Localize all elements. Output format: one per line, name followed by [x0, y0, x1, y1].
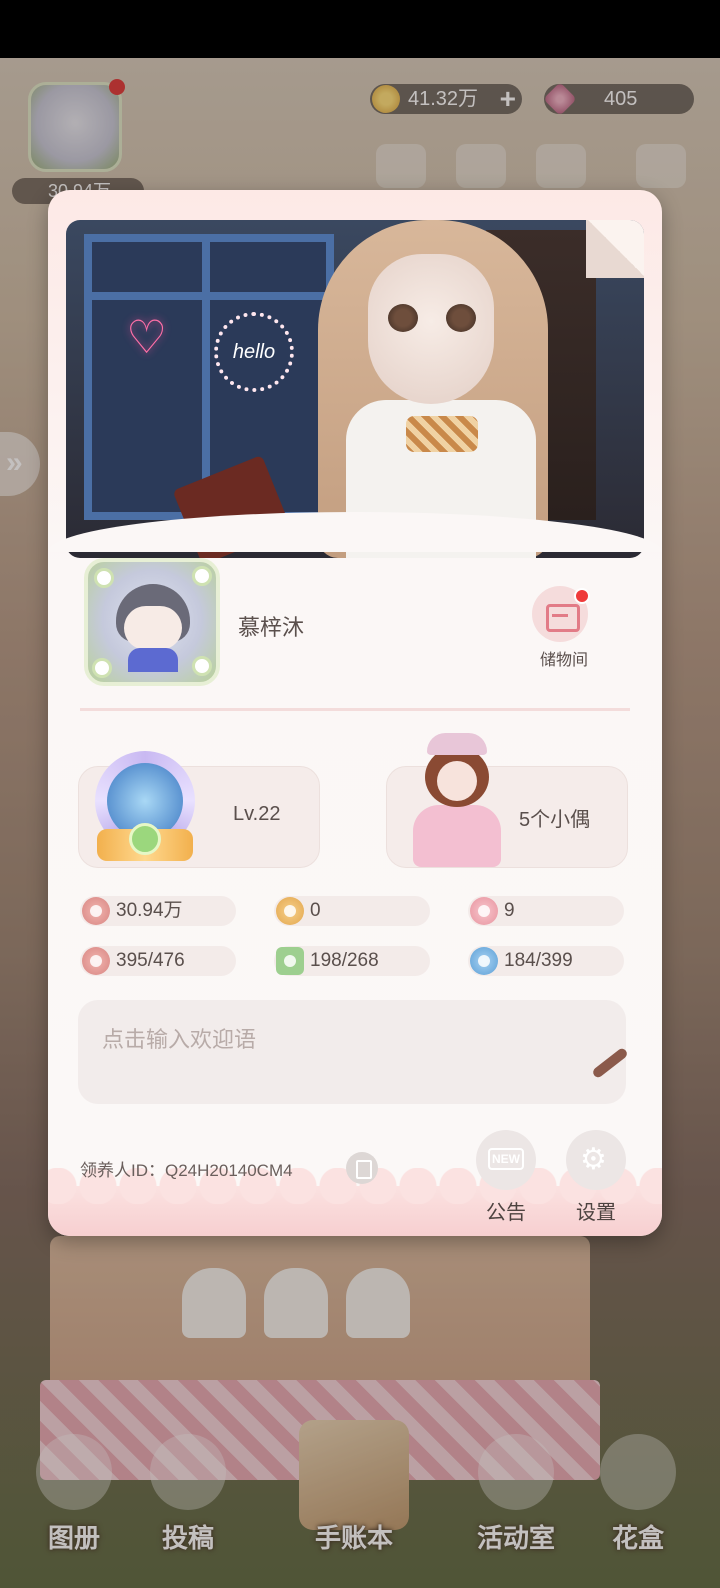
fans-icon	[82, 897, 110, 925]
announcement-button[interactable]: NEW 公告	[466, 1126, 546, 1226]
new-tag: NEW	[488, 1148, 524, 1170]
adopter-id: 领养人ID：Q24H20140CM4	[80, 1156, 293, 1181]
adopter-id-label: 领养人ID：	[80, 1161, 165, 1180]
level-text: Lv.22	[233, 803, 281, 825]
stat-frames: 198/268	[274, 946, 430, 976]
heart-card-icon	[470, 897, 498, 925]
frame-icon	[276, 947, 304, 975]
storage-button[interactable]: 储物间	[524, 586, 604, 676]
settings-label: 设置	[576, 1202, 616, 1224]
settings-button[interactable]: ⚙ 设置	[556, 1126, 636, 1226]
username: 慕梓沐	[238, 615, 305, 640]
announcement-icon: NEW	[476, 1130, 536, 1190]
copy-id-button[interactable]	[346, 1152, 378, 1184]
notification-dot	[574, 588, 590, 604]
badge-flower	[129, 823, 161, 855]
status-bar	[0, 0, 720, 58]
dress-icon	[82, 947, 110, 975]
doll-collection-card[interactable]: 5个小偶	[386, 733, 628, 868]
storage-label: 储物间	[539, 652, 588, 669]
doll-bow	[406, 416, 478, 452]
doll-eye	[446, 304, 476, 332]
stat-hearts: 9	[468, 896, 624, 926]
gear-icon: ⚙	[566, 1130, 626, 1190]
welcome-message-input[interactable]: 点击输入欢迎语	[78, 1000, 629, 1104]
announcement-label: 公告	[486, 1202, 526, 1224]
doll-hat	[427, 733, 487, 755]
stat-fans: 30.94万	[80, 896, 236, 926]
adopter-id-value: Q24H20140CM4	[165, 1161, 293, 1180]
divider	[80, 708, 630, 711]
stat-value: 395/476	[116, 950, 185, 971]
profile-card: ♡ hello 慕梓沐 储物间 Lv.22 5个小偶 30.94万 0 9 39…	[48, 190, 662, 1236]
hat-icon	[470, 947, 498, 975]
avatar-face	[124, 606, 182, 650]
stat-value: 198/268	[310, 950, 379, 971]
flower-icon	[192, 566, 212, 586]
level-card[interactable]: Lv.22	[78, 751, 320, 868]
quill-pen-icon	[591, 1046, 629, 1080]
doll-count: 5个小偶	[519, 809, 591, 831]
doll-eye	[388, 304, 418, 332]
doll-dress	[413, 805, 501, 867]
stat-value: 30.94万	[116, 900, 183, 921]
avatar-collar	[128, 648, 178, 672]
stat-value: 184/399	[504, 950, 573, 971]
stat-value: 0	[310, 900, 321, 921]
level-badge-icon	[89, 751, 199, 879]
profile-avatar[interactable]	[84, 558, 220, 686]
stat-dresses: 395/476	[80, 946, 236, 976]
neon-hello-sign: hello	[214, 312, 294, 392]
stat-footprints: 0	[274, 896, 430, 926]
flower-icon	[192, 656, 212, 676]
profile-cover-photo[interactable]: ♡ hello	[66, 220, 644, 558]
stat-value: 9	[504, 900, 515, 921]
footprint-icon	[276, 897, 304, 925]
doll-icon	[405, 733, 509, 869]
page-fold-corner	[586, 220, 644, 278]
doll-face	[368, 254, 494, 404]
doll-face-small	[437, 761, 477, 801]
stat-hats: 184/399	[468, 946, 624, 976]
gear-glyph: ⚙	[580, 1143, 607, 1176]
welcome-placeholder: 点击输入欢迎语	[102, 1027, 257, 1052]
flower-icon	[94, 568, 114, 588]
flower-icon	[92, 658, 112, 678]
neon-heart-icon: ♡	[126, 311, 168, 363]
